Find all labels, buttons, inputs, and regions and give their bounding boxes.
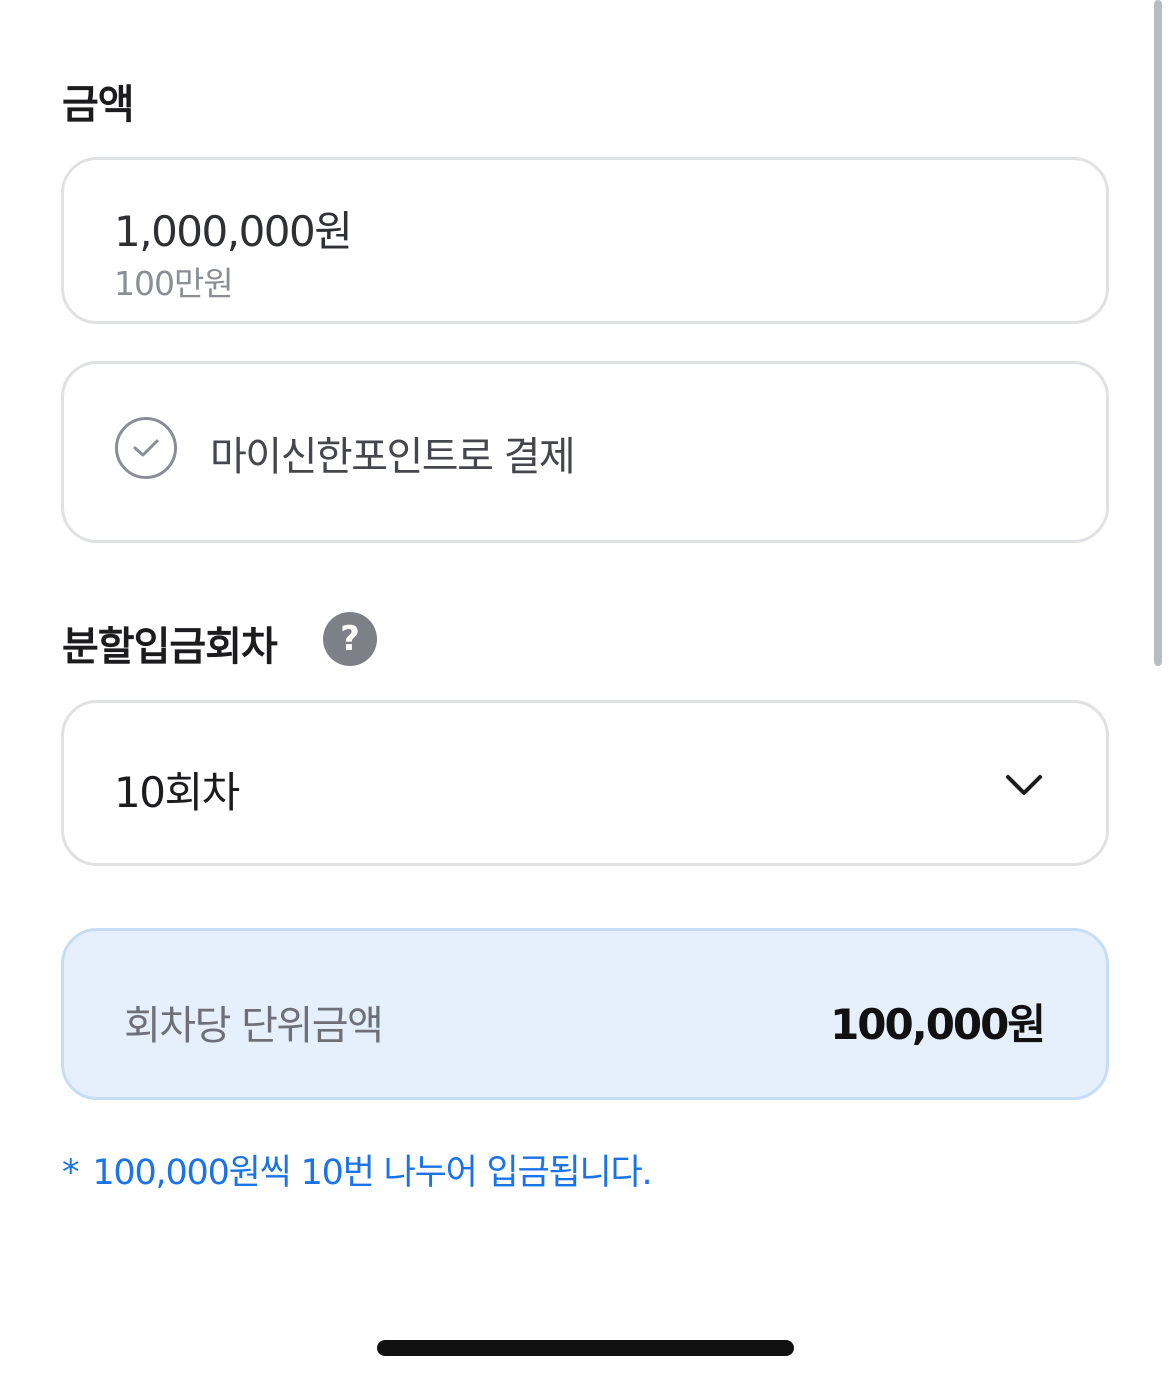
amount-korean-unit: 100만원 [114, 264, 234, 303]
scrollbar[interactable] [1154, 0, 1162, 666]
installment-selected-value: 10회차 [114, 768, 240, 817]
installment-select[interactable]: 10회차 [61, 700, 1109, 866]
check-circle-icon[interactable] [115, 417, 177, 479]
amount-section-title: 금액 [62, 82, 135, 128]
help-icon[interactable]: ? [323, 612, 377, 666]
unit-amount-label: 회차당 단위금액 [124, 1003, 384, 1049]
home-indicator[interactable] [377, 1340, 794, 1356]
amount-field[interactable]: 1,000,000원 100만원 [61, 157, 1109, 324]
installment-note: * 100,000원씩 10번 나누어 입금됩니다. [62, 1144, 653, 1195]
page: 금액 1,000,000원 100만원 마이신한포인트로 결제 분할입금회차 ?… [0, 0, 1170, 1380]
note-text: 100,000원씩 10번 나누어 입금됩니다. [92, 1153, 652, 1193]
installment-section-title: 분할입금회차 [62, 624, 278, 670]
note-asterisk: * [62, 1153, 80, 1193]
amount-value: 1,000,000원 [114, 207, 353, 256]
unit-amount-card: 회차당 단위금액 100,000원 [61, 928, 1109, 1100]
unit-amount-value: 100,000원 [830, 1000, 1046, 1049]
my-shinhan-point-option[interactable]: 마이신한포인트로 결제 [61, 361, 1109, 543]
point-payment-label: 마이신한포인트로 결제 [210, 434, 576, 480]
chevron-down-icon [1006, 775, 1042, 795]
